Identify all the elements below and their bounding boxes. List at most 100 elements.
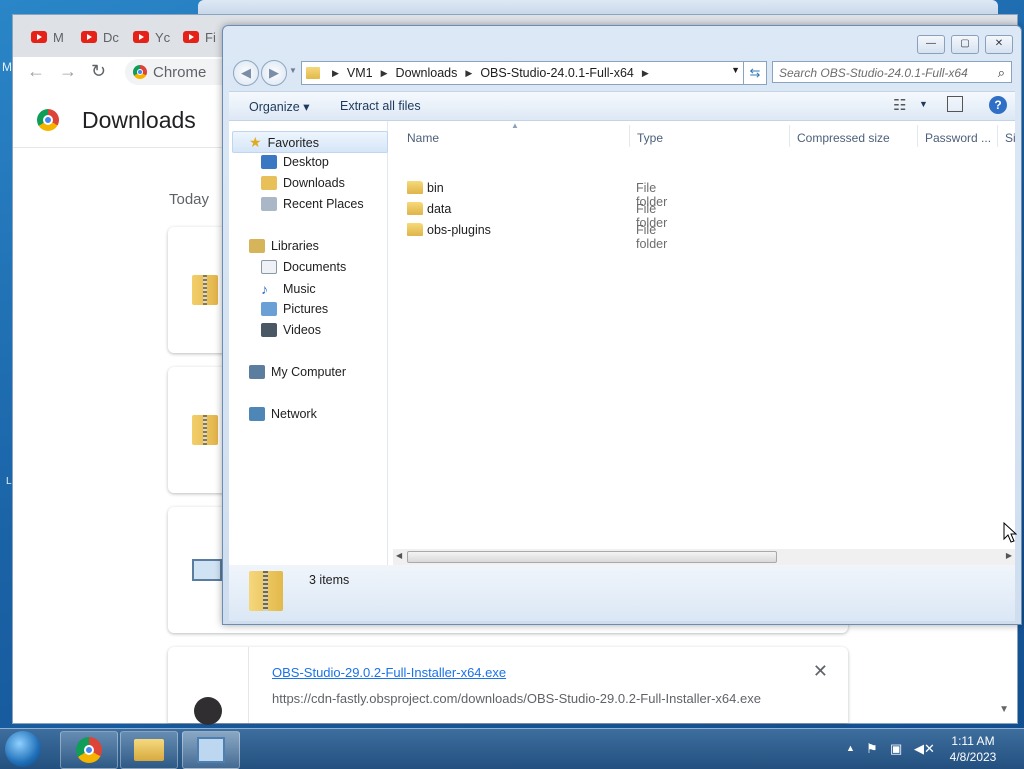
preview-pane-icon[interactable]	[947, 96, 963, 112]
search-placeholder: Search OBS-Studio-24.0.1-Full-x64	[779, 66, 968, 80]
installer-file-icon	[192, 559, 222, 581]
youtube-icon	[183, 31, 199, 43]
horizontal-scrollbar[interactable]: ◀ ▶	[393, 549, 1015, 565]
column-divider[interactable]	[629, 125, 630, 147]
help-icon[interactable]: ?	[989, 96, 1007, 114]
column-divider[interactable]	[997, 125, 998, 147]
nav-item-videos[interactable]: Videos	[261, 323, 321, 337]
chrome-icon	[133, 65, 147, 79]
nav-item-desktop[interactable]: Desktop	[261, 155, 329, 169]
chrome-logo-icon	[37, 109, 59, 131]
column-divider[interactable]	[917, 125, 918, 147]
nav-item-downloads[interactable]: Downloads	[261, 176, 345, 190]
scrollbar-thumb[interactable]	[407, 551, 777, 563]
pictures-icon	[261, 302, 277, 316]
view-options-icon[interactable]: ☷	[893, 96, 906, 114]
start-button[interactable]	[5, 731, 41, 767]
nav-item-favorites[interactable]: ★ Favorites	[249, 134, 319, 151]
chevron-right-icon[interactable]: ▶	[332, 68, 339, 79]
taskbar-explorer-button[interactable]	[120, 731, 178, 769]
clock-time: 1:11 AM	[951, 734, 995, 748]
history-dropdown-icon[interactable]: ▼	[289, 66, 297, 75]
recent-places-icon	[261, 197, 277, 211]
breadcrumb-vm1[interactable]: VM1	[347, 66, 373, 80]
column-divider[interactable]	[789, 125, 790, 147]
videos-icon	[261, 323, 277, 337]
chevron-right-icon[interactable]: ▶	[465, 68, 472, 79]
nav-item-music[interactable]: ♪ Music	[261, 281, 316, 297]
column-header-name[interactable]: Name	[407, 131, 439, 145]
nav-label: Downloads	[283, 176, 345, 190]
chrome-tab[interactable]: Fi	[183, 25, 216, 49]
back-arrow-icon[interactable]: ◀	[233, 60, 259, 86]
volume-muted-icon[interactable]: ◀✕	[914, 741, 935, 757]
nav-item-network[interactable]: Network	[249, 407, 317, 421]
reload-icon[interactable]: ↻	[91, 61, 106, 82]
breadcrumb[interactable]: ▶ VM1 ▶ Downloads ▶ OBS-Studio-24.0.1-Fu…	[301, 61, 767, 85]
remove-download-icon[interactable]: ✕	[813, 661, 828, 682]
forward-arrow-icon[interactable]: ▶	[261, 60, 287, 86]
taskbar-chrome-button[interactable]	[60, 731, 118, 769]
forward-arrow-icon[interactable]: →	[59, 61, 77, 82]
folder-icon	[407, 202, 423, 215]
folder-icon	[407, 181, 423, 194]
libraries-icon	[249, 239, 265, 253]
show-hidden-icons-icon[interactable]: ▲	[846, 743, 855, 753]
zip-folder-icon	[249, 571, 283, 611]
minimize-button[interactable]: —	[917, 35, 945, 54]
nav-item-my-computer[interactable]: My Computer	[249, 365, 346, 379]
extract-all-button[interactable]: Extract all files	[340, 99, 421, 113]
nav-item-recent-places[interactable]: Recent Places	[261, 197, 364, 211]
chrome-tab[interactable]: M	[31, 25, 64, 49]
column-header-password[interactable]: Password ...	[925, 131, 991, 145]
chevron-right-icon[interactable]: ▶	[381, 68, 388, 79]
search-icon[interactable]: ⌕	[998, 62, 1005, 84]
download-card: OBS-Studio-29.0.2-Full-Installer-x64.exe…	[168, 647, 848, 725]
chrome-tab[interactable]: Yc	[133, 25, 170, 49]
command-bar: Organize ▾ Extract all files ☷ ▼ ?	[229, 91, 1015, 121]
close-button[interactable]: ✕	[985, 35, 1013, 54]
details-pane: 3 items	[229, 565, 1015, 621]
back-arrow-icon[interactable]: ←	[27, 61, 45, 82]
nav-item-pictures[interactable]: Pictures	[261, 302, 328, 316]
chrome-tab[interactable]: Dc	[81, 25, 119, 49]
card-divider	[248, 647, 249, 723]
tab-title: Yc	[155, 29, 171, 45]
organize-button[interactable]: Organize ▾	[249, 99, 309, 114]
scroll-down-arrow-icon[interactable]: ▼	[999, 704, 1009, 715]
app-window-icon	[197, 737, 225, 763]
tab-title: Dc	[103, 29, 119, 45]
file-name: obs-plugins	[427, 223, 491, 237]
system-clock[interactable]: 1:11 AM 4/8/2023	[940, 733, 1006, 765]
breadcrumb-current-folder[interactable]: OBS-Studio-24.0.1-Full-x64	[480, 66, 634, 80]
tab-title: M	[53, 29, 64, 45]
scroll-right-arrow-icon[interactable]: ▶	[1006, 551, 1012, 560]
address-dropdown-icon[interactable]: ▼	[731, 65, 740, 75]
nav-item-libraries[interactable]: Libraries	[249, 239, 319, 253]
nav-item-documents[interactable]: Documents	[261, 260, 346, 274]
nav-label: My Computer	[271, 365, 347, 379]
obs-icon	[194, 697, 222, 725]
taskbar-app-button[interactable]	[182, 731, 240, 769]
download-file-link[interactable]: OBS-Studio-29.0.2-Full-Installer-x64.exe	[272, 665, 506, 680]
column-header-compressed-size[interactable]: Compressed size	[797, 131, 890, 145]
network-status-icon[interactable]: ▣	[890, 741, 902, 757]
chevron-right-icon[interactable]: ▶	[642, 68, 649, 79]
breadcrumb-downloads[interactable]: Downloads	[396, 66, 458, 80]
date-section-label: Today	[169, 191, 210, 208]
refresh-icon[interactable]: ⇆	[743, 61, 767, 85]
flag-icon[interactable]: ⚑	[866, 741, 878, 757]
file-name: bin	[427, 181, 444, 195]
maximize-button[interactable]: ▢	[951, 35, 979, 54]
sort-indicator-icon: ▲	[511, 121, 519, 130]
search-input[interactable]: Search OBS-Studio-24.0.1-Full-x64 ⌕	[772, 61, 1012, 83]
view-dropdown-icon[interactable]: ▼	[919, 99, 928, 109]
nav-label: Videos	[283, 323, 321, 337]
column-header-type[interactable]: Type	[637, 131, 663, 145]
tab-title: Fi	[205, 29, 216, 45]
scroll-left-arrow-icon[interactable]: ◀	[396, 551, 402, 560]
taskbar: ▲ ⚑ ▣ ◀✕ 1:11 AM 4/8/2023	[0, 728, 1024, 769]
nav-label: Network	[271, 407, 317, 421]
column-header-size[interactable]: Si	[1005, 131, 1016, 145]
youtube-icon	[81, 31, 97, 43]
